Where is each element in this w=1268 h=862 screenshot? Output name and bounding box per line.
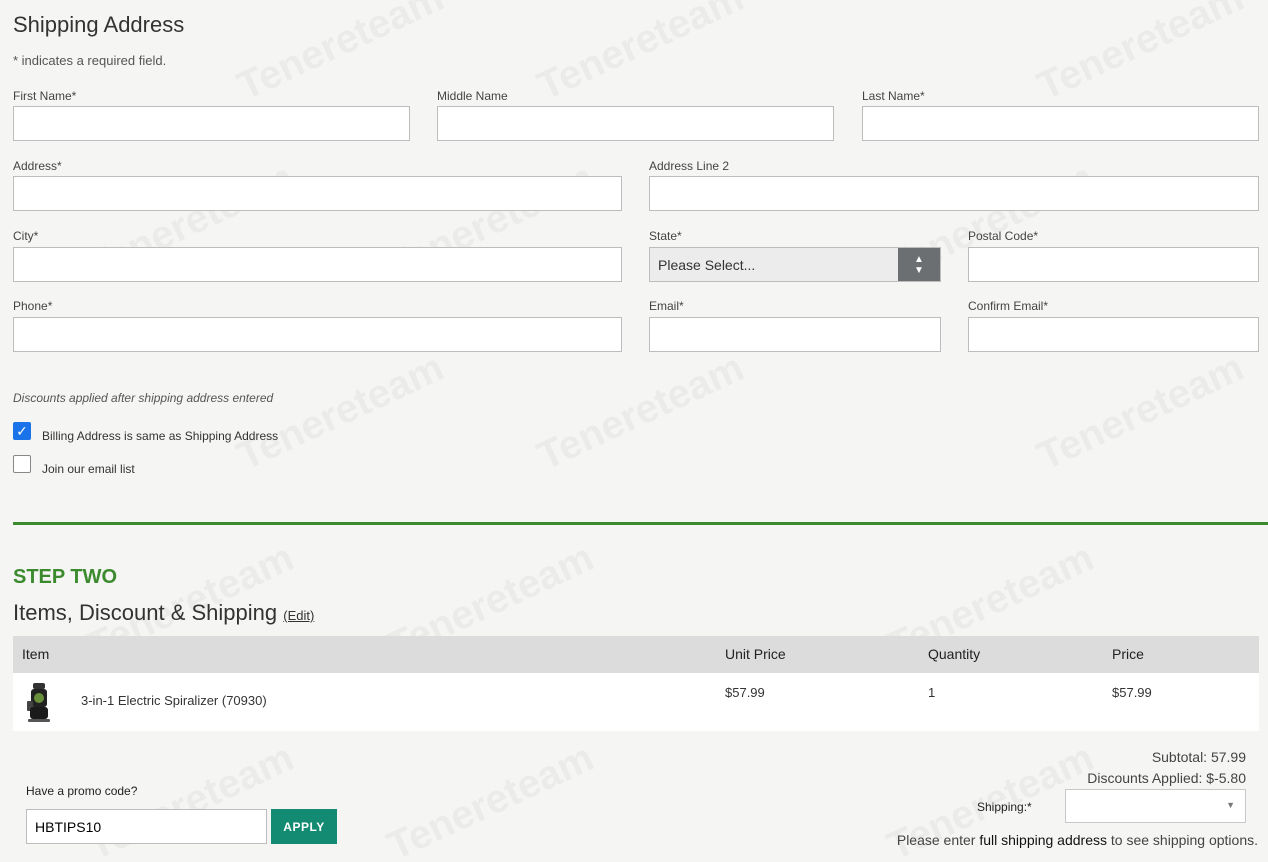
middle-name-label: Middle Name xyxy=(437,89,508,103)
column-header-item: Item xyxy=(22,646,50,662)
confirm-email-field[interactable] xyxy=(968,317,1259,352)
promo-field[interactable] xyxy=(26,809,267,844)
address-label: Address* xyxy=(13,159,62,173)
phone-input[interactable] xyxy=(14,318,621,351)
watermark: Tenereteam xyxy=(381,735,601,862)
last-name-label: Last Name* xyxy=(862,89,925,103)
address2-field[interactable] xyxy=(649,176,1259,211)
up-down-arrows-icon: ▲ ▼ xyxy=(898,248,940,281)
first-name-input[interactable] xyxy=(14,107,409,140)
middle-name-field[interactable] xyxy=(437,106,834,141)
shipping-note-pre: Please enter xyxy=(896,832,980,848)
items-table-header: Item Unit Price Quantity Price xyxy=(13,636,1259,673)
shipping-note-bold: full shipping address xyxy=(979,832,1107,848)
first-name-label: First Name* xyxy=(13,89,77,103)
address2-label: Address Line 2 xyxy=(649,159,730,173)
chevron-down-icon: ▼ xyxy=(1226,800,1235,810)
watermark: Tenereteam xyxy=(1031,345,1251,479)
address-field[interactable] xyxy=(13,176,622,211)
confirm-email-label: Confirm Email* xyxy=(968,299,1049,313)
section-divider xyxy=(13,522,1268,525)
watermark: Tenereteam xyxy=(531,0,751,110)
step-label: STEP TWO xyxy=(13,566,118,588)
state-select[interactable]: Please Select... ▲ ▼ xyxy=(649,247,941,282)
spiralizer-icon xyxy=(27,683,50,722)
billing-same-checkbox[interactable]: ✓ xyxy=(13,422,31,440)
email-label: Email* xyxy=(649,299,684,313)
phone-field[interactable] xyxy=(13,317,622,352)
city-label: City* xyxy=(13,229,39,243)
page-title: Shipping Address xyxy=(13,12,185,37)
billing-same-label: Billing Address is same as Shipping Addr… xyxy=(42,429,279,443)
middle-name-input[interactable] xyxy=(438,107,833,140)
address-input[interactable] xyxy=(14,177,621,210)
subtotal: Subtotal: 57.99 xyxy=(1151,749,1246,765)
postal-code-field[interactable] xyxy=(968,247,1259,282)
shipping-note-post: to see shipping options. xyxy=(1107,832,1258,848)
column-header-price: Price xyxy=(1112,646,1144,662)
column-header-unit-price: Unit Price xyxy=(725,646,786,662)
phone-label: Phone* xyxy=(13,299,53,313)
table-row: 3-in-1 Electric Spiralizer (70930) $57.9… xyxy=(13,673,1259,731)
city-input[interactable] xyxy=(14,248,621,281)
first-name-field[interactable] xyxy=(13,106,410,141)
email-input[interactable] xyxy=(650,318,940,351)
column-header-quantity: Quantity xyxy=(928,646,981,662)
watermark: Tenereteam xyxy=(1031,0,1251,110)
last-name-input[interactable] xyxy=(863,107,1258,140)
state-select-value: Please Select... xyxy=(658,256,756,273)
watermark: Tenereteam xyxy=(231,345,451,479)
shipping-select[interactable]: ▼ xyxy=(1065,789,1246,823)
section-title: Items, Discount & Shipping (Edit) xyxy=(13,600,314,626)
promo-label: Have a promo code? xyxy=(26,784,138,798)
email-list-label: Join our email list xyxy=(42,462,135,476)
promo-input[interactable] xyxy=(27,810,266,843)
last-name-field[interactable] xyxy=(862,106,1259,141)
discounts-applied: Discounts Applied: $-5.80 xyxy=(1087,770,1246,786)
postal-code-label: Postal Code* xyxy=(968,229,1039,243)
address2-input[interactable] xyxy=(650,177,1258,210)
email-field[interactable] xyxy=(649,317,941,352)
state-label: State* xyxy=(649,229,682,243)
shipping-note: Please enter full shipping address to se… xyxy=(897,832,1258,848)
item-quantity: 1 xyxy=(928,685,936,700)
required-note: * indicates a required field. xyxy=(13,53,167,68)
apply-button[interactable]: APPLY xyxy=(271,809,337,844)
item-name: 3-in-1 Electric Spiralizer (70930) xyxy=(81,693,267,708)
email-list-checkbox[interactable] xyxy=(13,455,31,473)
shipping-label: Shipping:* xyxy=(977,800,1032,814)
city-field[interactable] xyxy=(13,247,622,282)
edit-link[interactable]: (Edit) xyxy=(283,608,314,623)
item-unit-price: $57.99 xyxy=(725,685,765,700)
watermark: Tenereteam xyxy=(231,0,451,110)
postal-code-input[interactable] xyxy=(969,248,1258,281)
item-price: $57.99 xyxy=(1112,685,1152,700)
confirm-email-input[interactable] xyxy=(969,318,1258,351)
section-title-text: Items, Discount & Shipping xyxy=(13,600,278,625)
discount-note: Discounts applied after shipping address… xyxy=(13,391,274,405)
watermark: Tenereteam xyxy=(531,345,751,479)
